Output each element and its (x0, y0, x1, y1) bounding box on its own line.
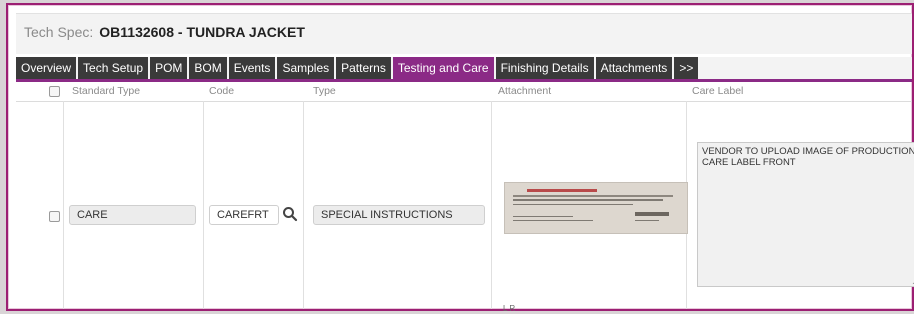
select-all-checkbox[interactable] (49, 86, 60, 97)
col-code: Code (209, 85, 235, 97)
page-title: Tech Spec: OB1132608 - TUNDRA JACKET (24, 24, 305, 40)
title-label: Tech Spec: (24, 24, 94, 40)
tab-patterns[interactable]: Patterns (336, 57, 391, 79)
title-bar: Tech Spec: OB1132608 - TUNDRA JACKET (16, 13, 912, 54)
tab-more[interactable]: >> (674, 57, 699, 79)
magnifier-icon[interactable] (282, 206, 298, 222)
type-field[interactable]: SPECIAL INSTRUCTIONS (313, 205, 485, 225)
tab-pom[interactable]: POM (150, 57, 188, 79)
col-attachment: Attachment (498, 85, 552, 97)
tab-bom[interactable]: BOM (189, 57, 227, 79)
col-standard-type: Standard Type (72, 85, 141, 97)
attachment-caption: L R (503, 304, 516, 313)
tech-spec-panel: Tech Spec: OB1132608 - TUNDRA JACKET Over… (6, 3, 914, 313)
care-label-textarea[interactable]: VENDOR TO UPLOAD IMAGE OF PRODUCTION CAR… (697, 142, 914, 287)
col-care-label: Care Label (692, 85, 744, 97)
column-divider (303, 101, 304, 309)
tab-tech-setup[interactable]: Tech Setup (78, 57, 149, 79)
testing-care-grid: Standard Type Code Type Attachment Care … (16, 83, 914, 313)
standard-type-field[interactable]: CARE (69, 205, 196, 225)
tab-testing-and-care[interactable]: Testing and Care (392, 57, 494, 79)
row-checkbox[interactable] (49, 211, 60, 222)
tab-samples[interactable]: Samples (277, 57, 335, 79)
column-divider (491, 101, 492, 309)
code-field[interactable]: CAREFRT (209, 205, 279, 225)
tab-finishing-details[interactable]: Finishing Details (495, 57, 594, 79)
care-label-text: VENDOR TO UPLOAD IMAGE OF PRODUCTION CAR… (702, 146, 914, 168)
column-divider (63, 101, 64, 309)
title-value: OB1132608 - TUNDRA JACKET (99, 24, 305, 40)
tab-bar: Overview Tech Setup POM BOM Events Sampl… (16, 57, 912, 82)
tab-overview[interactable]: Overview (16, 57, 77, 79)
tab-attachments[interactable]: Attachments (595, 57, 673, 79)
column-divider (203, 101, 204, 309)
tab-events[interactable]: Events (228, 57, 276, 79)
grid-header: Standard Type Code Type Attachment Care … (16, 83, 912, 102)
care-label-image[interactable] (504, 182, 688, 234)
col-type: Type (313, 85, 336, 97)
